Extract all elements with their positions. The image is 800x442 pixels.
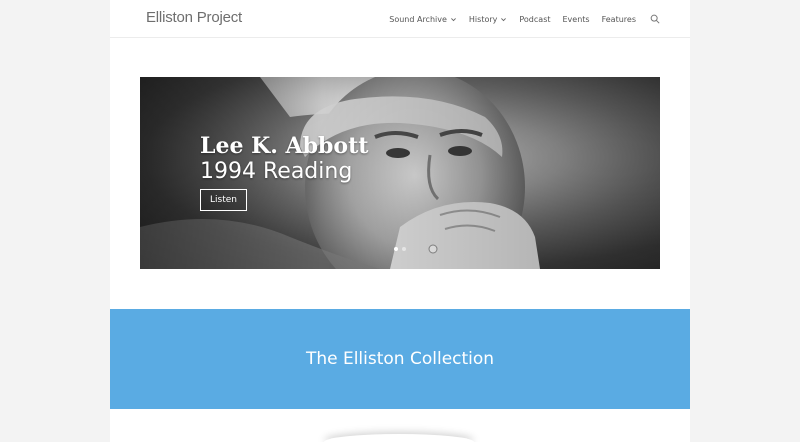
- site-logo[interactable]: Elliston Project: [146, 9, 242, 26]
- nav-item-history[interactable]: History: [469, 15, 507, 24]
- slider-dot-1[interactable]: [394, 247, 398, 251]
- nav-item-podcast[interactable]: Podcast: [519, 15, 550, 24]
- nav-label: History: [468, 14, 498, 24]
- nav-label: Sound Archive: [389, 14, 447, 24]
- nav-item-events[interactable]: Events: [563, 15, 590, 24]
- nav-label: Events: [562, 14, 590, 24]
- listen-button[interactable]: Listen: [200, 189, 247, 211]
- collection-banner: The Elliston Collection: [110, 309, 690, 409]
- hero-slider: Lee K. Abbott 1994 Reading Listen: [140, 77, 660, 269]
- nav-label: Features: [601, 14, 636, 24]
- content-card-edge: [324, 434, 474, 442]
- collection-title: The Elliston Collection: [305, 349, 495, 369]
- nav-item-sound-archive[interactable]: Sound Archive: [389, 15, 457, 24]
- hero-title: Lee K. Abbott: [200, 133, 369, 159]
- nav-item-features[interactable]: Features: [602, 15, 636, 24]
- hero-subtitle: 1994 Reading: [200, 159, 353, 184]
- hero-caption: Lee K. Abbott 1994 Reading Listen: [200, 133, 368, 211]
- site-header: Elliston Project Sound Archive History P…: [110, 0, 690, 38]
- search-icon[interactable]: [650, 14, 660, 24]
- main-nav: Sound Archive History Podcast Events Fea…: [389, 0, 660, 38]
- chevron-down-icon: [501, 17, 507, 21]
- page: Elliston Project Sound Archive History P…: [110, 0, 690, 442]
- chevron-down-icon: [450, 17, 456, 21]
- nav-label: Podcast: [519, 14, 551, 24]
- slider-pagination: [394, 247, 406, 251]
- slider-dot-2[interactable]: [402, 247, 406, 251]
